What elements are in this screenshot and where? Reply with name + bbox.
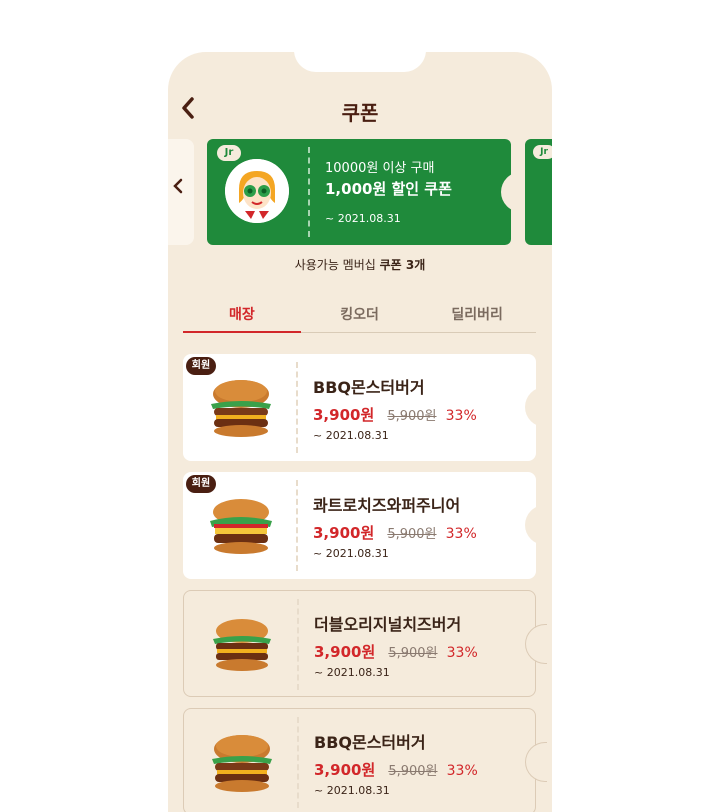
sale-price: 3,900원 bbox=[313, 524, 375, 542]
ticket-notch bbox=[525, 505, 547, 545]
phone-frame: 쿠폰 Jr 10000원 이상 구매 1,000원 할인 쿠폰 ~ 2021.0… bbox=[168, 52, 552, 812]
page-title: 쿠폰 bbox=[341, 101, 379, 125]
original-price: 5,900원 bbox=[387, 527, 437, 542]
jr-badge: Jr bbox=[217, 145, 241, 161]
price-row: 3,900원 5,900원 33% bbox=[313, 404, 477, 425]
coupon-divider bbox=[308, 147, 310, 237]
coupon-item-name: BBQ몬스터버거 bbox=[313, 378, 425, 397]
price-row: 3,900원 5,900원 33% bbox=[313, 522, 477, 543]
ticket-notch bbox=[501, 172, 521, 212]
jr-badge: Jr bbox=[533, 145, 552, 159]
mascot-image bbox=[225, 159, 289, 223]
coupon-expiry: ~ 2021.08.31 bbox=[314, 666, 390, 679]
coupon-divider bbox=[297, 599, 299, 690]
phone-notch bbox=[294, 52, 426, 72]
original-price: 5,900원 bbox=[387, 409, 437, 424]
member-badge: 회원 bbox=[186, 357, 216, 375]
carousel-prev-button[interactable] bbox=[173, 178, 183, 199]
coupon-expiry: ~ 2021.08.31 bbox=[325, 212, 401, 225]
available-label: 사용가능 멤버십 bbox=[294, 258, 376, 272]
sale-price: 3,900원 bbox=[313, 406, 375, 424]
tab-delivery[interactable]: 딜리버리 bbox=[418, 300, 536, 332]
coupon-list-item[interactable]: BBQ몬스터버거 3,900원 5,900원 33% ~ 2021.08.31 bbox=[183, 708, 547, 812]
original-price: 5,900원 bbox=[388, 764, 438, 779]
next-coupon-card[interactable]: Jr bbox=[525, 139, 552, 245]
sale-price: 3,900원 bbox=[314, 643, 376, 661]
coupon-benefit: 1,000원 할인 쿠폰 bbox=[325, 180, 452, 198]
coupon-divider bbox=[297, 717, 299, 808]
burger-image bbox=[211, 380, 271, 437]
coupon-divider bbox=[296, 362, 298, 453]
coupon-item-name: 더블오리지널치즈버거 bbox=[314, 615, 462, 634]
tab-king-order[interactable]: 킹오더 bbox=[301, 300, 419, 332]
tab-store[interactable]: 매장 bbox=[183, 300, 301, 333]
coupon-expiry: ~ 2021.08.31 bbox=[313, 547, 389, 560]
discount-rate: 33% bbox=[445, 526, 477, 542]
member-badge: 회원 bbox=[186, 475, 216, 493]
discount-rate: 33% bbox=[446, 645, 478, 661]
coupon-expiry: ~ 2021.08.31 bbox=[313, 429, 389, 442]
chevron-left-icon bbox=[173, 178, 183, 194]
coupon-expiry: ~ 2021.08.31 bbox=[314, 784, 390, 797]
price-row: 3,900원 5,900원 33% bbox=[314, 641, 478, 662]
ticket-notch bbox=[525, 742, 547, 782]
coupon-condition: 10000원 이상 구매 bbox=[325, 161, 435, 176]
coupon-list-item[interactable]: 회원 BBQ몬스터버거 3,900원 5,900원 33% ~ 2021.08.… bbox=[183, 354, 547, 461]
price-row: 3,900원 5,900원 33% bbox=[314, 759, 478, 780]
order-type-tabs: 매장 킹오더 딜리버리 bbox=[183, 300, 536, 333]
sale-price: 3,900원 bbox=[314, 761, 376, 779]
original-price: 5,900원 bbox=[388, 646, 438, 661]
available-coupons-text: 사용가능 멤버십 쿠폰 3개 bbox=[168, 256, 552, 273]
coupon-divider bbox=[296, 480, 298, 571]
ticket-notch bbox=[525, 624, 547, 664]
discount-rate: 33% bbox=[445, 408, 477, 424]
coupon-item-name: 콰트로치즈와퍼주니어 bbox=[313, 496, 461, 515]
discount-rate: 33% bbox=[446, 763, 478, 779]
coupon-list-item[interactable]: 회원 콰트로치즈와퍼주니어 3,900원 5,900원 33% ~ 2021.0… bbox=[183, 472, 547, 579]
ticket-notch bbox=[525, 387, 547, 427]
burger-image bbox=[212, 735, 272, 792]
burger-image bbox=[210, 499, 272, 554]
available-count: 쿠폰 3개 bbox=[379, 258, 426, 272]
coupon-list-item[interactable]: 더블오리지널치즈버거 3,900원 5,900원 33% ~ 2021.08.3… bbox=[183, 590, 547, 697]
coupon-item-name: BBQ몬스터버거 bbox=[314, 733, 426, 752]
featured-coupon-card[interactable]: Jr 10000원 이상 구매 1,000원 할인 쿠폰 ~ 2021.08.3… bbox=[207, 139, 521, 245]
burger-image bbox=[213, 619, 271, 671]
